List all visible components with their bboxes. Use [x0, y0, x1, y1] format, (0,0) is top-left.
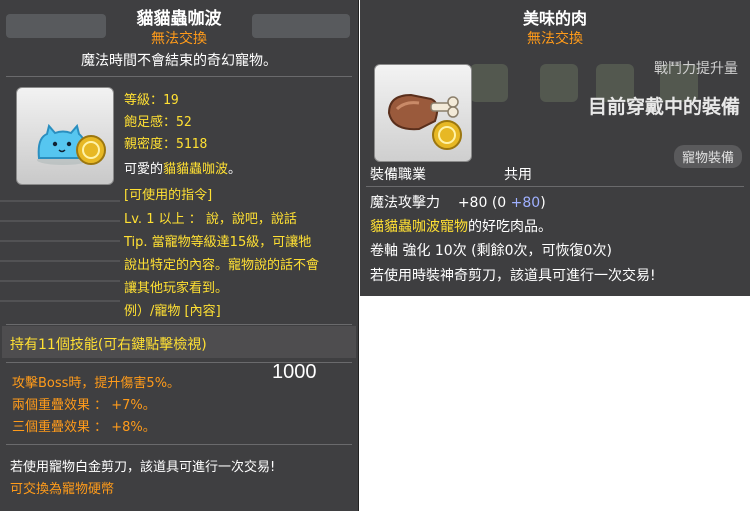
command-line: Lv. 1 以上 ： 說，說吧，說話	[124, 212, 297, 227]
command-line: 讓其他玩家看到。	[124, 281, 229, 296]
background-panel	[0, 200, 120, 310]
divider	[6, 324, 352, 325]
trade-note: 若使用時裝神奇剪刀，該道具可進行一次交易!	[370, 268, 656, 284]
blue-cat-bug-pet-icon	[37, 123, 106, 165]
stack-bonus-3: 三個重疊效果 ： +8%。	[12, 420, 156, 435]
command-line: 例）/寵物 [內容]	[124, 304, 221, 319]
pet-fullness: 飽足感：52	[124, 115, 192, 130]
magic-attack-line: 魔法攻擊力 +80 (0 +80)	[370, 195, 546, 211]
pet-trade-status: 無法交換	[151, 31, 207, 47]
item-flavor-text: 貓貓蟲咖波寵物的好吃肉品。	[370, 219, 552, 235]
item-image	[374, 64, 472, 162]
pet-description: 魔法時間不會結束的奇幻寵物。	[81, 53, 277, 69]
gold-coin-icon	[432, 120, 462, 150]
item-title: 美味的肉	[522, 9, 587, 28]
pet-equipment-tag: 寵物裝備	[673, 145, 742, 168]
pet-level: 等級：19	[124, 93, 179, 108]
scroll-upgrade-info: 卷軸 強化 10次 (剩餘0次，可恢復0次)	[370, 243, 612, 259]
counter-overlay: 1000	[272, 361, 317, 383]
command-line: 說出特定的內容。寵物說的話不會	[124, 258, 320, 273]
boss-bonus: 攻擊Boss時，提升傷害5%。	[12, 376, 181, 391]
combat-power-label: 戰鬥力提升量	[654, 61, 738, 77]
divider	[6, 444, 352, 445]
stack-bonus-2: 兩個重疊效果 ： +7%。	[12, 398, 156, 413]
pet-tooltip: 貓貓蟲咖波 無法交換 魔法時間不會結束的奇幻寵物。 等級：19 飽足感：52 親…	[0, 0, 359, 511]
commands-header: [可使用的指令]	[124, 188, 213, 203]
job-label: 裝備職業	[370, 167, 426, 183]
command-line: Tip. 當寵物等級達15級，可讓牠	[124, 235, 312, 250]
meat-bone-icon	[387, 93, 462, 150]
job-value: 共用	[504, 167, 532, 183]
item-trade-status: 無法交換	[527, 31, 583, 47]
pet-skills[interactable]: 持有11個技能(可右鍵點擊檢視)	[10, 334, 207, 354]
pet-closeness: 親密度：5118	[124, 137, 208, 152]
divider	[366, 186, 744, 187]
divider	[6, 76, 352, 77]
pet-title: 貓貓蟲咖波	[136, 9, 222, 29]
pet-intro: 可愛的貓貓蟲咖波。	[124, 162, 242, 177]
item-tooltip: 美味的肉 無法交換 戰鬥力提升量 目前穿戴中的裝備 寵物裝備 裝備職業 共用 魔…	[360, 0, 750, 296]
coin-exchange-note: 可交換為寵物硬幣	[10, 482, 115, 497]
trade-note: 若使用寵物白金剪刀，該道具可進行一次交易!	[10, 460, 276, 475]
currently-equipped-label: 目前穿戴中的裝備	[587, 96, 740, 118]
pet-image	[16, 87, 114, 185]
